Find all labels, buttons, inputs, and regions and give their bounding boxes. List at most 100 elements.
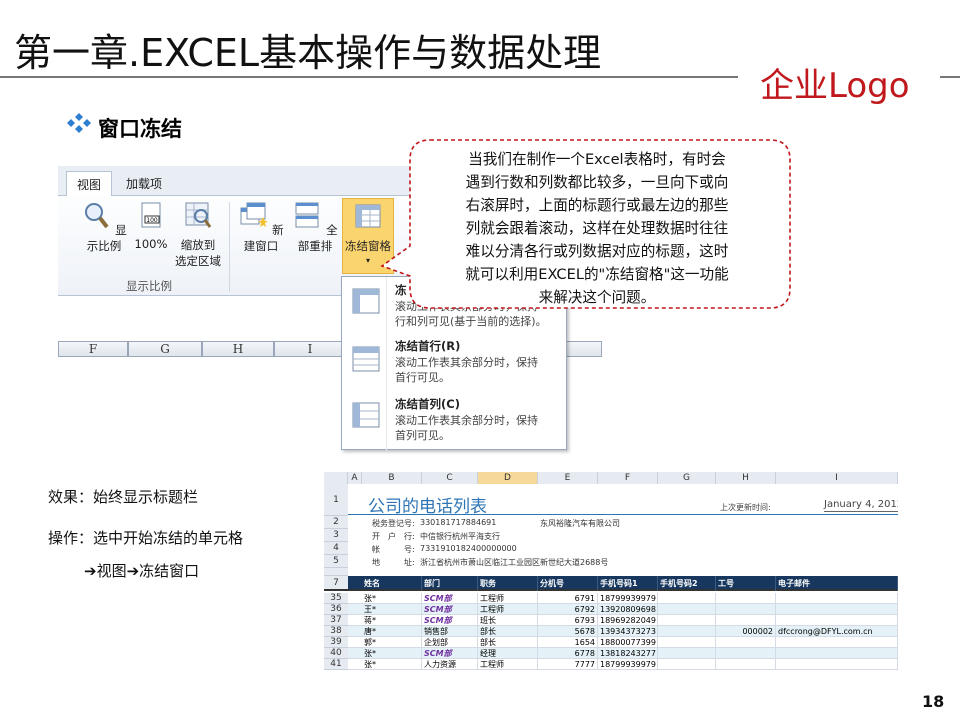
table-cell[interactable] <box>658 637 716 648</box>
row-header[interactable]: 38 <box>324 626 348 637</box>
table-cell[interactable] <box>716 604 776 615</box>
table-cell[interactable]: 6791 <box>538 593 598 604</box>
table-cell[interactable] <box>716 659 776 670</box>
column-header[interactable]: E <box>538 472 598 484</box>
new-window-button[interactable]: 新建窗口 <box>234 200 288 254</box>
row-header[interactable]: 40 <box>324 648 348 659</box>
row-header[interactable]: 7 <box>324 576 348 591</box>
table-cell[interactable]: 18969282049 <box>598 615 658 626</box>
table-cell[interactable]: 蒋* <box>362 615 422 626</box>
row-header[interactable]: 4 <box>324 542 348 555</box>
column-header[interactable]: C <box>422 472 478 484</box>
table-cell[interactable] <box>716 637 776 648</box>
table-cell[interactable]: 经理 <box>478 648 538 659</box>
column-header[interactable]: I <box>776 472 898 484</box>
tab-view[interactable]: 视图 <box>66 171 113 196</box>
menu-item-freeze-top-row[interactable]: 冻结首行(R) 滚动工作表其余部分时，保持 首行可见。 <box>342 335 566 393</box>
table-cell[interactable]: 工程师 <box>478 659 538 670</box>
tab-addins[interactable]: 加载项 <box>116 171 172 196</box>
column-header[interactable]: G <box>658 472 716 484</box>
table-cell[interactable]: 王* <box>362 604 422 615</box>
arrange-all-button[interactable]: 全部重排 <box>288 200 342 254</box>
table-cell[interactable]: 张* <box>362 593 422 604</box>
table-cell[interactable]: 1654 <box>538 637 598 648</box>
table-cell[interactable] <box>658 615 716 626</box>
row-header[interactable]: 36 <box>324 604 348 615</box>
info-value: 7331910182400000000 <box>420 544 517 553</box>
row-header[interactable]: 35 <box>324 593 348 604</box>
effect-note: 效果：始终显示标题栏 <box>48 488 199 506</box>
table-cell[interactable]: 郭* <box>362 637 422 648</box>
row-header[interactable]: 1 <box>324 484 348 516</box>
table-cell[interactable]: SCM部 <box>422 615 478 626</box>
freeze-panes-button[interactable]: 冻结窗格 ▾ <box>342 198 394 274</box>
table-cell[interactable]: SCM部 <box>422 593 478 604</box>
table-cell[interactable]: 6793 <box>538 615 598 626</box>
table-cell[interactable]: 班长 <box>478 615 538 626</box>
table-cell[interactable]: 18800077399 <box>598 637 658 648</box>
row-header[interactable]: 37 <box>324 615 348 626</box>
table-cell[interactable]: dfccrong@DFYL.com.cn <box>776 626 898 637</box>
table-cell[interactable]: 唐* <box>362 626 422 637</box>
column-header[interactable]: F <box>598 472 658 484</box>
menu-item-title: 冻结首行(R) <box>395 339 461 353</box>
table-row: 蒋* SCM部 班长 6793 18969282049 <box>348 615 898 626</box>
table-cell[interactable] <box>776 637 898 648</box>
table-cell[interactable]: 18799939979 <box>598 593 658 604</box>
select-all-corner[interactable] <box>324 472 348 484</box>
table-cell[interactable] <box>716 648 776 659</box>
table-cell[interactable]: 7777 <box>538 659 598 670</box>
callout-line: 就可以利用EXCEL的"冻结窗格"这一功能 <box>465 266 729 283</box>
row-header[interactable]: 41 <box>324 659 348 670</box>
table-cell[interactable]: 部长 <box>478 626 538 637</box>
column-header[interactable]: B <box>362 472 422 484</box>
table-cell[interactable]: 13920809698 <box>598 604 658 615</box>
table-cell[interactable]: 6778 <box>538 648 598 659</box>
table-cell[interactable]: 工程师 <box>478 604 538 615</box>
table-cell[interactable]: 工程师 <box>478 593 538 604</box>
table-cell[interactable] <box>776 593 898 604</box>
table-cell[interactable]: 企划部 <box>422 637 478 648</box>
column-header[interactable]: A <box>348 472 362 484</box>
table-cell[interactable]: 人力资源 <box>422 659 478 670</box>
header-cell: 分机号 <box>538 576 598 591</box>
row-header[interactable]: 5 <box>324 555 348 568</box>
zoom-to-selection-button[interactable]: 缩放到 选定区域 <box>172 200 224 269</box>
table-cell[interactable]: 18799939979 <box>598 659 658 670</box>
table-cell[interactable]: SCM部 <box>422 604 478 615</box>
table-cell[interactable] <box>776 615 898 626</box>
menu-item-freeze-first-column[interactable]: 冻结首列(C) 滚动工作表其余部分时，保持 首列可见。 <box>342 393 566 451</box>
table-cell[interactable] <box>658 593 716 604</box>
table-cell[interactable] <box>776 648 898 659</box>
table-cell[interactable] <box>658 604 716 615</box>
header-cell: 部门 <box>422 576 478 591</box>
table-cell[interactable] <box>658 659 716 670</box>
table-cell[interactable]: 13934373273 <box>598 626 658 637</box>
table-cell[interactable] <box>658 648 716 659</box>
column-header[interactable]: H <box>716 472 776 484</box>
zoom-100-button[interactable]: 100 100% <box>132 200 170 251</box>
table-cell[interactable]: 销售部 <box>422 626 478 637</box>
table-cell[interactable]: 5678 <box>538 626 598 637</box>
svg-text:100: 100 <box>146 217 158 224</box>
table-cell[interactable]: 张* <box>362 648 422 659</box>
desc-line: 滚动工作表其余部分时，保持 <box>395 414 538 427</box>
table-cell[interactable] <box>716 615 776 626</box>
table-cell[interactable] <box>776 659 898 670</box>
zoom-button[interactable]: 显示比例 <box>78 200 130 254</box>
row-header[interactable] <box>324 568 348 576</box>
table-cell[interactable] <box>658 626 716 637</box>
row-header[interactable]: 2 <box>324 516 348 529</box>
table-cell[interactable]: 13818243277 <box>598 648 658 659</box>
table-cell[interactable]: 000002 <box>716 626 776 637</box>
column-header: G <box>128 341 202 357</box>
row-header[interactable]: 3 <box>324 529 348 542</box>
column-header[interactable]: D <box>478 472 538 484</box>
row-header[interactable]: 39 <box>324 637 348 648</box>
table-cell[interactable]: 部长 <box>478 637 538 648</box>
table-cell[interactable] <box>716 593 776 604</box>
table-cell[interactable]: 张* <box>362 659 422 670</box>
table-cell[interactable]: 6792 <box>538 604 598 615</box>
table-cell[interactable] <box>776 604 898 615</box>
table-cell[interactable]: SCM部 <box>422 648 478 659</box>
